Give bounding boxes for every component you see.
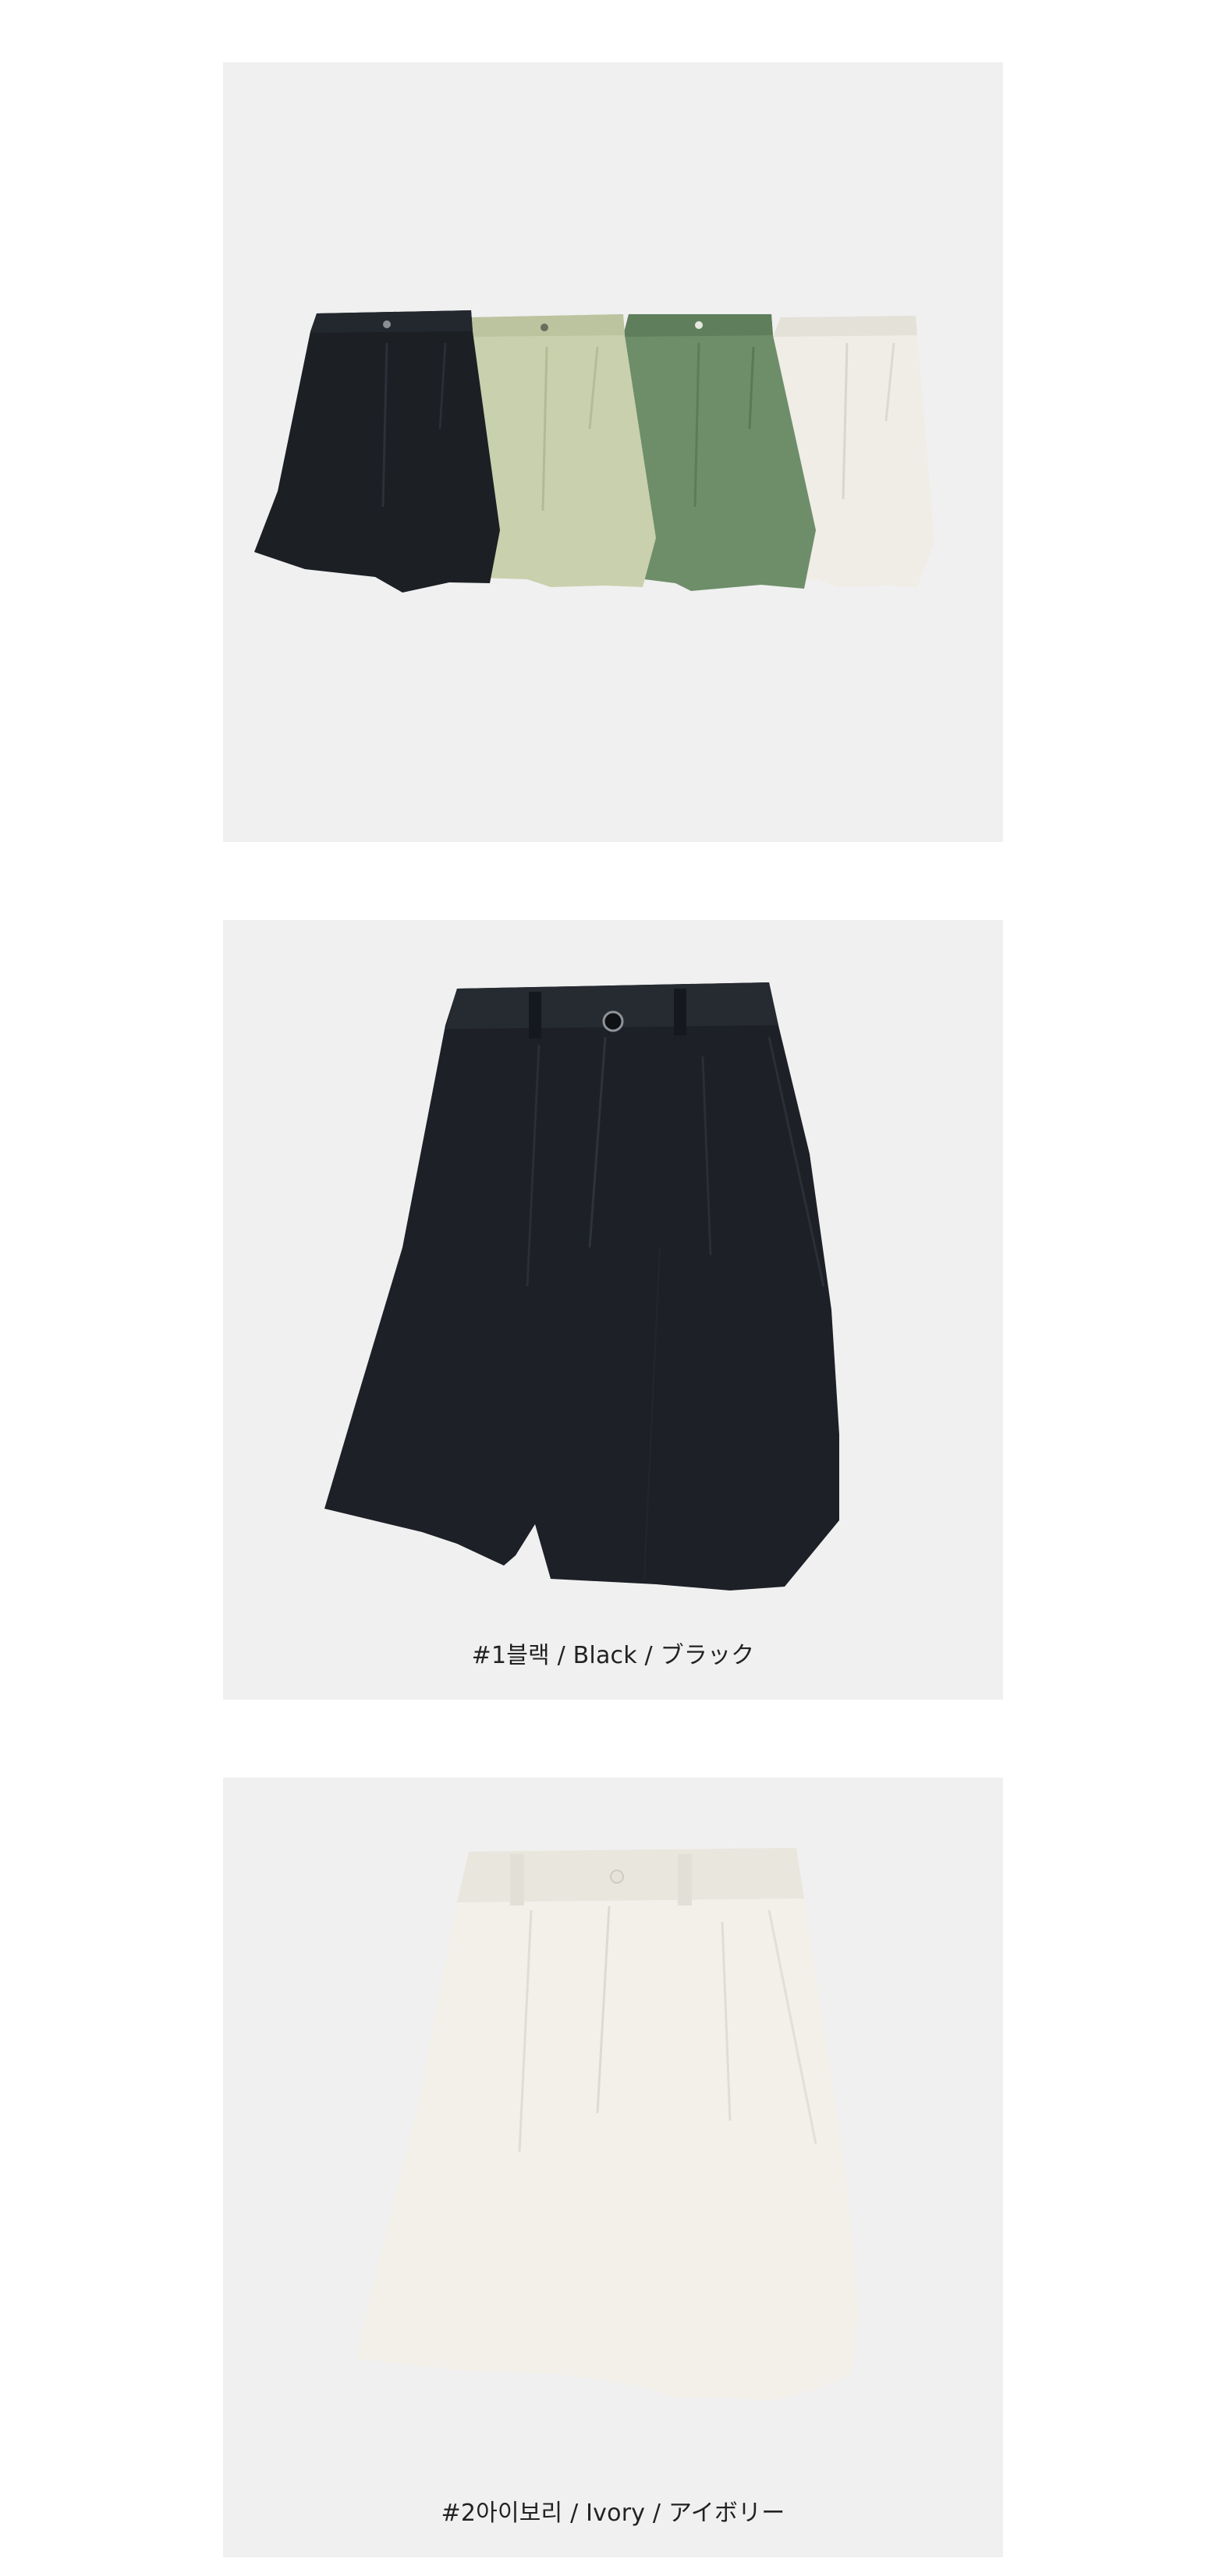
product-caption-black: #1블랙 / Black / ブラック xyxy=(471,1642,755,1669)
product-image-panel-group xyxy=(223,62,1003,842)
black-shorts-image xyxy=(324,982,839,1591)
shorts-group-image xyxy=(254,310,934,593)
product-image-panel-ivory: #2아이보리 / Ivory / アイボリー xyxy=(223,1778,1003,2557)
product-image-panel-black: #1블랙 / Black / ブラック xyxy=(223,920,1003,1700)
ivory-shorts-image xyxy=(356,1848,859,2401)
product-caption-ivory: #2아이보리 / Ivory / アイボリー xyxy=(441,2500,785,2527)
black-shorts-small xyxy=(254,310,500,593)
